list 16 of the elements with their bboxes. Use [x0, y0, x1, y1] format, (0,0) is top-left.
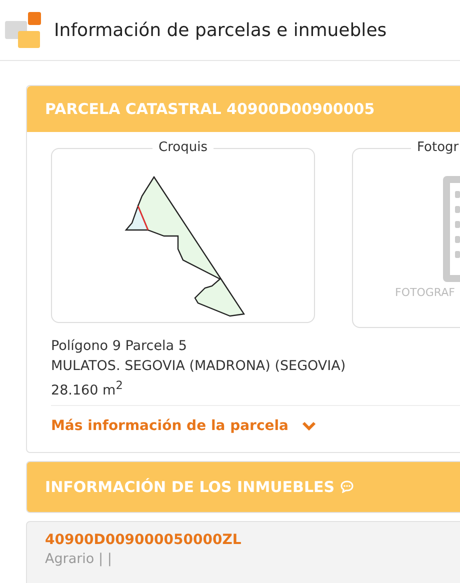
parcel-info-line: 28.160 m$^{2}$ [51, 378, 124, 400]
property-code: 40900D009000050000ZL [45, 532, 242, 548]
chevron-icon[interactable] [302, 420, 316, 430]
properties-title: INFORMACIÓN DE LOS INMUEBLES [45, 478, 335, 496]
property-item[interactable]: 40900D009000050000ZL Agrario | | [26, 520, 460, 583]
speech-bubble-icon [340, 480, 354, 493]
photo-placeholder-text: FOTOGRAF [395, 286, 455, 299]
parcel-info-line: MULATOS. SEGOVIA (MADRONA) (SEGOVIA) [51, 357, 347, 376]
more-info-link[interactable]: Más información de la parcela [51, 418, 288, 434]
property-detail: Agrario | | [45, 550, 113, 566]
parcel-title: PARCELA CATASTRAL 40900D00900005 [45, 100, 375, 118]
app-logo-icon [4, 11, 42, 49]
sketch-label: Croquis [152, 140, 214, 155]
page-title: Información de parcelas e inmuebles [54, 20, 387, 40]
parcel-info-line: Polígono 9 Parcela 5 [51, 337, 188, 356]
photo-label: Fotogr [411, 140, 460, 155]
